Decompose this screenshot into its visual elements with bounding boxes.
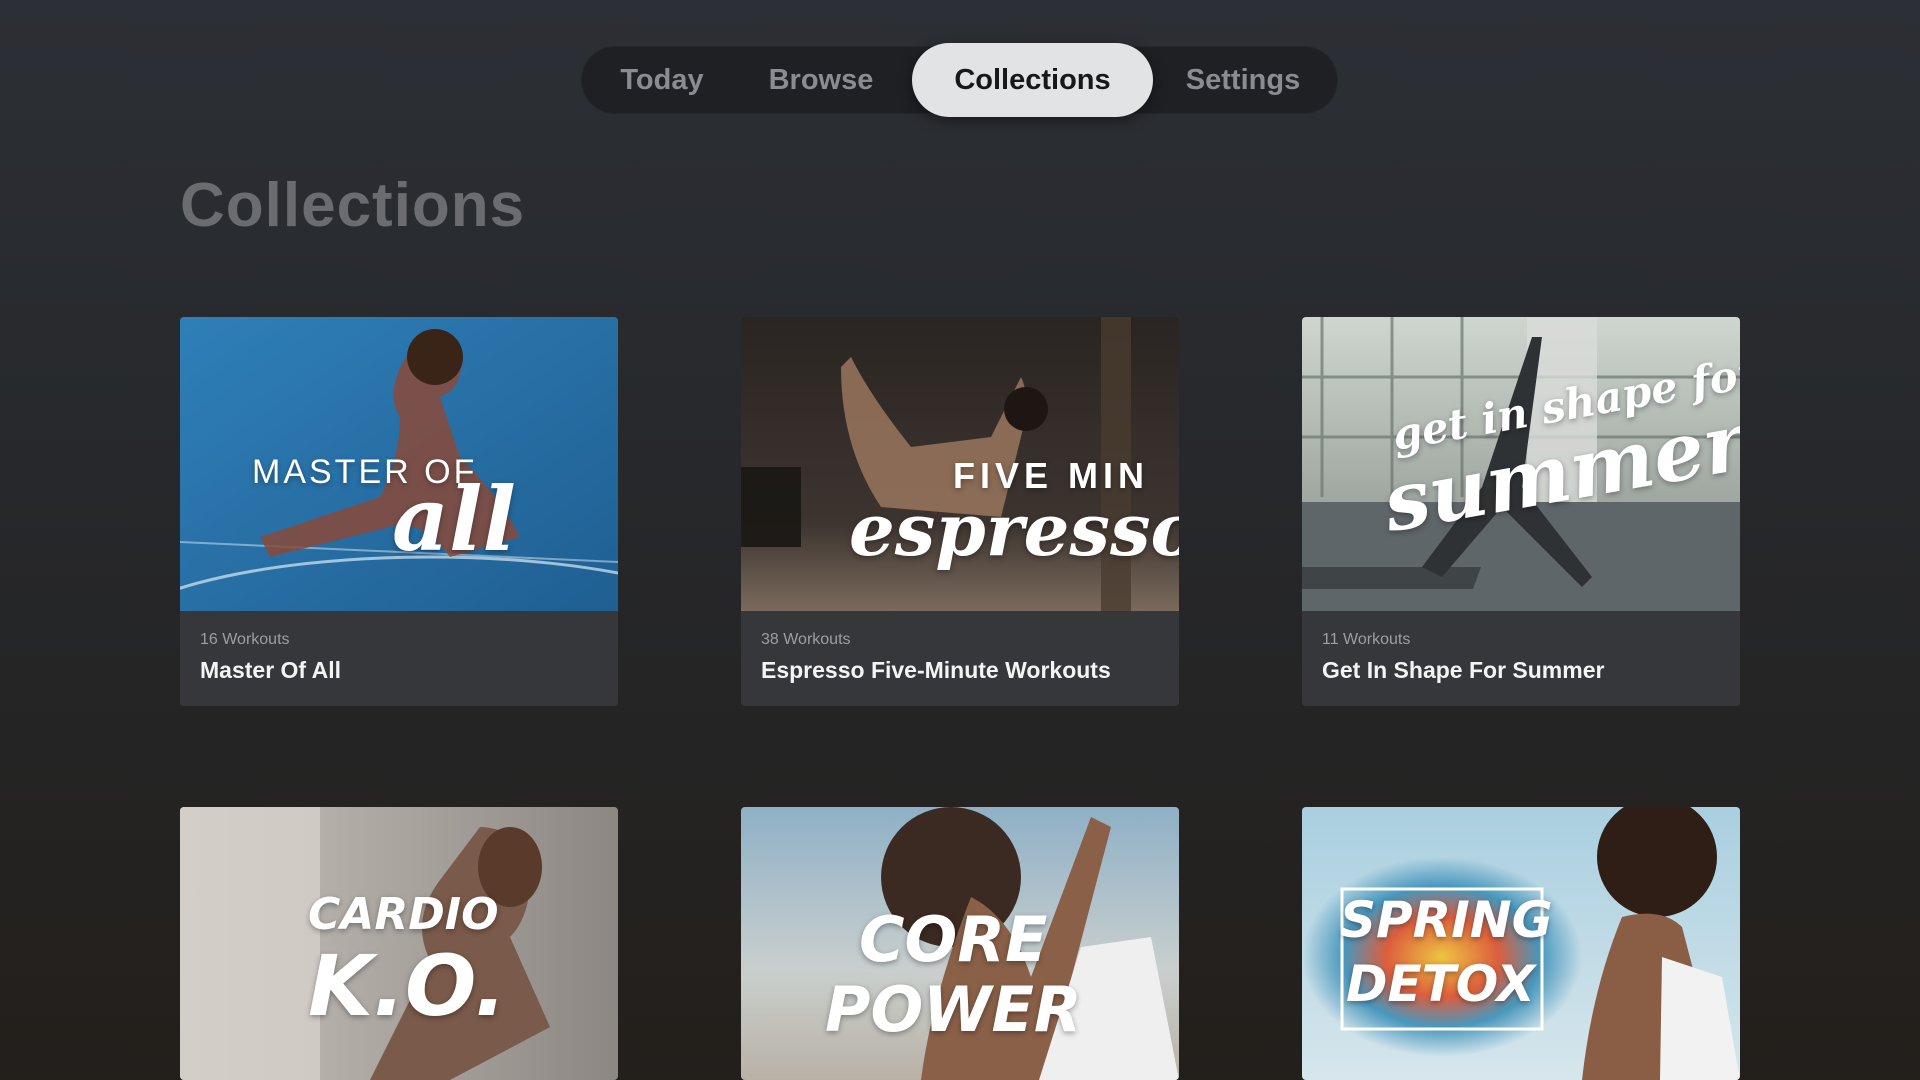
collection-card-core-power[interactable]: CORE POWER	[741, 807, 1179, 1080]
tab-browse[interactable]: Browse	[761, 46, 881, 114]
collection-meta: 11 Workouts Get In Shape For Summer	[1302, 611, 1740, 706]
collection-card-spring-detox[interactable]: SPRING DETOX	[1302, 807, 1740, 1080]
artwork-title-line2: espresso	[849, 487, 1179, 572]
top-nav: Today Browse Collections Settings	[581, 43, 1338, 117]
collection-name: Get In Shape For Summer	[1322, 657, 1605, 683]
artwork-title-line2: POWER	[825, 973, 1082, 1046]
collection-name: Master Of All	[200, 657, 342, 683]
artwork-title-line2: K.O.	[308, 937, 507, 1035]
tab-settings[interactable]: Settings	[1173, 46, 1313, 114]
collection-card-cardio-ko[interactable]: CARDIO K.O.	[180, 807, 618, 1080]
collection-name: Espresso Five-Minute Workouts	[761, 657, 1111, 683]
workout-count: 11 Workouts	[1322, 631, 1411, 648]
collection-artwork: SPRING DETOX	[1302, 807, 1740, 1080]
collection-meta: 38 Workouts Espresso Five-Minute Workout…	[741, 611, 1179, 706]
collection-artwork: CORE POWER	[741, 807, 1179, 1080]
collection-artwork: CARDIO K.O.	[180, 807, 618, 1080]
collection-meta: 16 Workouts Master Of All	[180, 611, 618, 706]
page-title: Collections	[180, 171, 526, 240]
collection-artwork: FIVE MIN espresso	[741, 317, 1179, 611]
collection-card-summer[interactable]: get in shape for summer 11 Workouts Get …	[1302, 317, 1740, 706]
collection-artwork: get in shape for summer	[1302, 317, 1740, 611]
artwork-title-line1: CORE	[859, 903, 1048, 976]
collection-card-master-of-all[interactable]: MASTER OF all 16 Workouts Master Of All	[180, 317, 618, 706]
artwork-title-line2: all	[392, 467, 516, 571]
tab-today[interactable]: Today	[607, 46, 717, 114]
workout-count: 38 Workouts	[761, 631, 851, 648]
artwork-title-line2: DETOX	[1346, 955, 1536, 1013]
workout-count: 16 Workouts	[200, 631, 290, 648]
artwork-title-line1: SPRING	[1340, 891, 1553, 949]
collection-card-espresso[interactable]: FIVE MIN espresso 38 Workouts Espresso F…	[741, 317, 1179, 706]
collection-artwork: MASTER OF all	[180, 317, 618, 611]
tab-collections[interactable]: Collections	[912, 43, 1153, 117]
artwork-title-line1: CARDIO	[308, 889, 499, 940]
